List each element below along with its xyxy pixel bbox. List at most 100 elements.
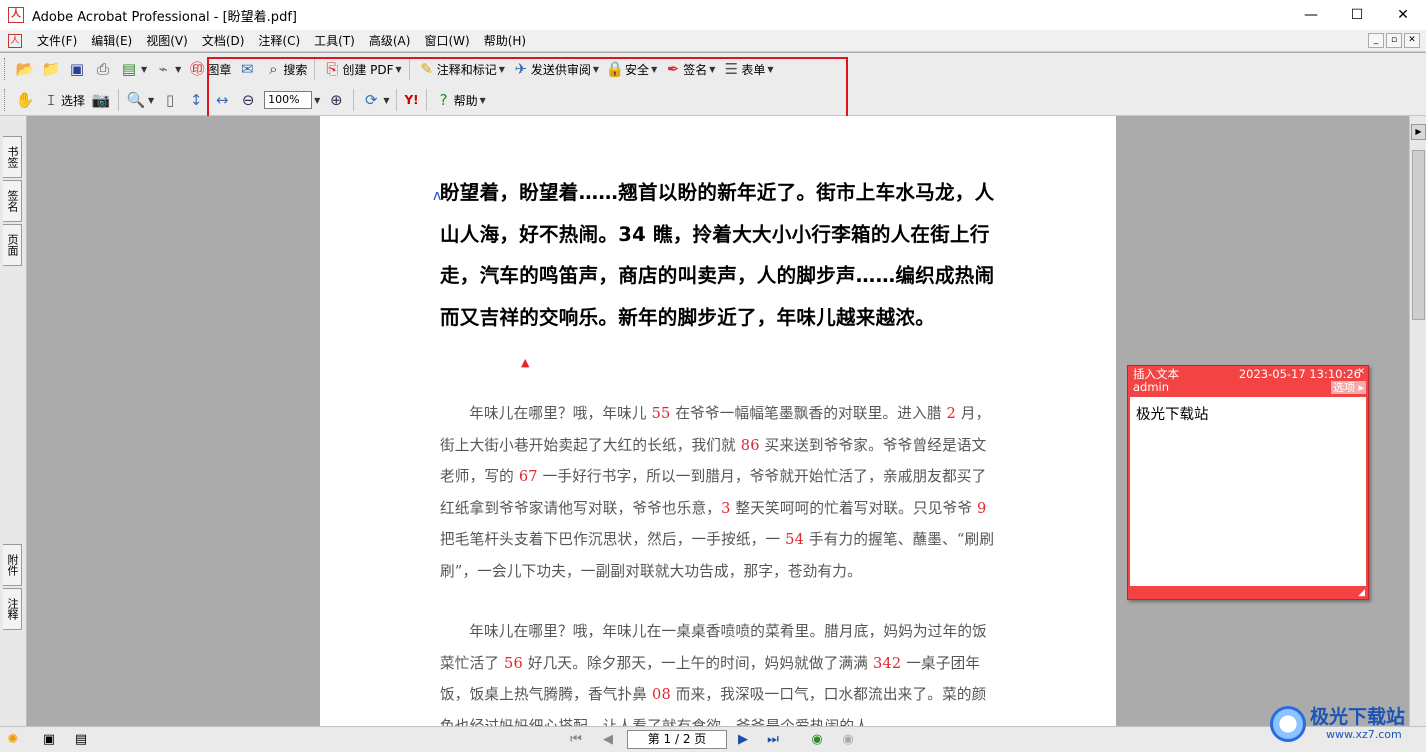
security-label: 安全 xyxy=(625,62,650,77)
tab-comments[interactable]: 注释 xyxy=(3,588,22,630)
scroll-right-arrow[interactable]: ▶ xyxy=(1411,124,1426,140)
zoom-out-button[interactable]: ⊖ xyxy=(235,88,261,112)
fit-page-button[interactable]: ↕ xyxy=(183,88,209,112)
menu-help[interactable]: 帮助(H) xyxy=(477,30,533,52)
next-page-button[interactable]: ▶ xyxy=(733,731,753,749)
zoom-in-tool-button[interactable]: 🔍 ▼ xyxy=(123,88,157,112)
doc-restore-button[interactable]: ▫ xyxy=(1386,33,1402,48)
highlighted-number: 08 xyxy=(651,686,671,703)
comment-popup[interactable]: 插入文本 2023-05-17 13:10:26 admin ✕ 选项 ▸ 极光… xyxy=(1127,365,1369,600)
pdf-page[interactable]: 盼望着，盼望着……翘首以盼的新年近了。街市上车水马龙，人山人海，好不热闹。34 … xyxy=(320,116,1116,726)
toolbar-grip-2[interactable] xyxy=(4,89,8,111)
search-button[interactable]: ⌕ 搜索 xyxy=(260,57,310,81)
vertical-scrollbar[interactable]: ▶ xyxy=(1409,116,1426,726)
highlighted-number: 2 xyxy=(946,405,957,422)
go-forward-button[interactable]: ◉ xyxy=(838,731,858,749)
tab-signatures[interactable]: 签名 xyxy=(3,180,22,222)
organizer-icon: 📁 xyxy=(41,60,61,78)
scroll-thumb[interactable] xyxy=(1412,150,1425,320)
menu-edit[interactable]: 编辑(E) xyxy=(84,30,139,52)
note-close-icon[interactable]: ✕ xyxy=(1357,367,1365,377)
highlighted-number: 67 xyxy=(518,468,538,485)
tab-bookmarks[interactable]: 书签 xyxy=(3,136,22,178)
doc-close-button[interactable]: ✕ xyxy=(1404,33,1420,48)
convert-button[interactable]: ▤ ▼ xyxy=(116,57,150,81)
maximize-button[interactable]: ☐ xyxy=(1334,0,1380,30)
menu-advanced[interactable]: 高级(A) xyxy=(362,30,418,52)
menu-document[interactable]: 文档(D) xyxy=(195,30,252,52)
help-button[interactable]: ? 帮助 ▼ xyxy=(431,88,489,112)
stamp-button[interactable]: ㊞图章 xyxy=(184,57,234,81)
previous-page-button[interactable]: ◀ xyxy=(598,731,618,749)
rotate-view-button[interactable]: ⟳ ▼ xyxy=(358,88,392,112)
minimize-button[interactable]: — xyxy=(1288,0,1334,30)
create-pdf-button[interactable]: ⎘ 创建 PDF ▼ xyxy=(319,57,404,81)
acrobat-app-icon: 人 xyxy=(8,7,24,23)
fit-width-icon: ↔ xyxy=(215,91,229,109)
print-button[interactable]: ⎙ xyxy=(90,57,116,81)
organizer-button[interactable]: 📁 xyxy=(38,57,64,81)
stamp-icon: ㊞ xyxy=(189,60,205,78)
send-review-label: 发送供审阅 xyxy=(530,62,591,77)
security-button[interactable]: 🔒 安全 ▼ xyxy=(602,57,660,81)
forms-label: 表单 xyxy=(741,62,766,77)
menu-window[interactable]: 窗口(W) xyxy=(417,30,476,52)
tab-attachments[interactable]: 附件 xyxy=(3,544,22,586)
yahoo-toolbar-button[interactable]: Y! xyxy=(401,88,421,112)
fit-page-icon: ↕ xyxy=(189,91,203,109)
close-button[interactable]: ✕ xyxy=(1380,0,1426,30)
select-tool-button[interactable]: 𝙸 选择 xyxy=(38,88,88,112)
doc-minimize-button[interactable]: _ xyxy=(1368,33,1384,48)
forms-button[interactable]: ☰ 表单 ▼ xyxy=(718,57,776,81)
fit-width-button[interactable]: ↔ xyxy=(209,88,235,112)
toolbar-row-2: ✋ 𝙸 选择 📷 🔍 ▼ ▯ ↕ ↔ ⊖ 100% ▼ ⊕ ⟳ ▼ Y! ? 帮助 ▼ xyxy=(0,85,1426,116)
text-cursor-icon: 𝙸 xyxy=(45,91,57,109)
menu-tools[interactable]: 工具(T) xyxy=(307,30,362,52)
document-icon[interactable]: 人 xyxy=(8,33,22,48)
title-bar: 人 Adobe Acrobat Professional - [盼望着.pdf]… xyxy=(0,0,1426,30)
paragraph-text: 把毛笔杆头支着下巴作沉思状，然后，一手按纸，一 xyxy=(440,531,786,548)
note-timestamp: 2023-05-17 13:10:26 xyxy=(1238,367,1361,381)
comment-markup-button[interactable]: ✎ 注释和标记 ▼ xyxy=(414,57,508,81)
actual-size-button[interactable]: ▯ xyxy=(157,88,183,112)
select-label: 选择 xyxy=(61,93,86,108)
menu-view[interactable]: 视图(V) xyxy=(139,30,195,52)
toolbar-grip[interactable] xyxy=(4,58,8,80)
note-options-button[interactable]: 选项 ▸ xyxy=(1330,381,1366,394)
attach-button[interactable]: ⌁ ▼ xyxy=(150,57,184,81)
zoom-in-button[interactable]: ⊕ xyxy=(323,88,349,112)
create-pdf-icon: ⎘ xyxy=(326,60,339,78)
page-setup-icon[interactable]: ▤ xyxy=(72,731,90,749)
tab-pages[interactable]: 页面 xyxy=(3,224,22,266)
sign-button[interactable]: ✒ 签名 ▼ xyxy=(660,57,718,81)
toolbar-row-1: 📂 📁 ▣ ⎙ ▤ ▼ ⌁ ▼ ㊞图章 ✉ ⌕ 搜索 ⎘ 创建 PDF ▼ ✎ 注释和标记 ▼… xyxy=(0,53,1426,85)
monitor-icon[interactable]: ▣ xyxy=(40,731,58,749)
comment-markup-label: 注释和标记 xyxy=(436,62,497,77)
menu-bar: 人 文件(F) 编辑(E) 视图(V) 文档(D) 注释(C) 工具(T) 高级… xyxy=(0,30,1426,52)
sun-icon[interactable]: ✺ xyxy=(4,731,22,749)
status-bar: ✺ ▣ ▤ ⏮ ◀ 第 1 / 2 页 ▶ ⏭ ◉ ◉ xyxy=(0,726,1426,752)
form-icon: ☰ xyxy=(724,60,739,78)
zoom-select[interactable]: 100% ▼ xyxy=(261,88,323,112)
menu-file[interactable]: 文件(F) xyxy=(30,30,84,52)
last-page-button[interactable]: ⏭ xyxy=(763,731,783,749)
note-resize-grip[interactable]: ◢ xyxy=(1358,588,1365,598)
page-number-field[interactable]: 第 1 / 2 页 xyxy=(627,730,727,749)
save-button[interactable]: ▣ xyxy=(64,57,90,81)
hand-tool-button[interactable]: ✋ xyxy=(12,88,38,112)
yahoo-icon: Y! xyxy=(404,93,419,107)
email-button[interactable]: ✉ xyxy=(234,57,260,81)
note-content[interactable]: 极光下载站 xyxy=(1130,397,1366,586)
zoom-value[interactable]: 100% xyxy=(264,91,313,109)
open-button[interactable]: 📂 xyxy=(12,57,38,81)
first-page-button[interactable]: ⏮ xyxy=(566,731,586,749)
body-paragraph-2: 年味儿在哪里？哦，年味儿在一桌桌香喷喷的菜肴里。腊月底，妈妈为过年的饭菜忙活了 … xyxy=(440,616,996,726)
comment-marker[interactable]: ▲ xyxy=(521,356,529,369)
go-back-button[interactable]: ◉ xyxy=(807,731,827,749)
create-pdf-label: 创建 PDF xyxy=(342,62,394,77)
send-review-button[interactable]: ✈ 发送供审阅 ▼ xyxy=(508,57,602,81)
menu-comments[interactable]: 注释(C) xyxy=(251,30,307,52)
insert-text-marker[interactable]: ʌ xyxy=(433,188,441,204)
note-options-label: 选项 xyxy=(1332,381,1355,394)
snapshot-button[interactable]: 📷 xyxy=(88,88,114,112)
